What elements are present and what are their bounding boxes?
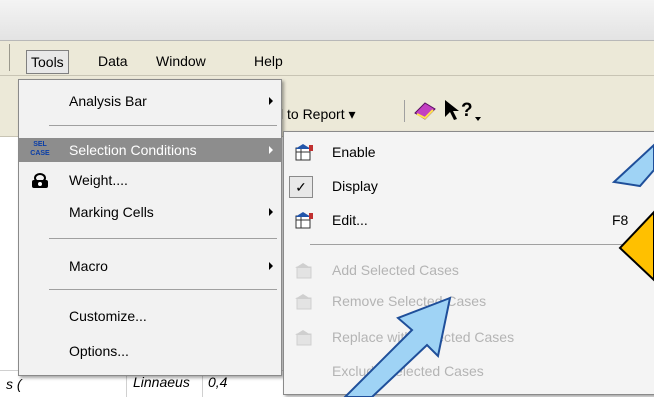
callout-arrow-shape <box>618 210 654 282</box>
callout-arrow-shape <box>343 296 452 397</box>
annotation-overlay <box>343 143 654 397</box>
callout-arrow-shape <box>611 143 654 188</box>
